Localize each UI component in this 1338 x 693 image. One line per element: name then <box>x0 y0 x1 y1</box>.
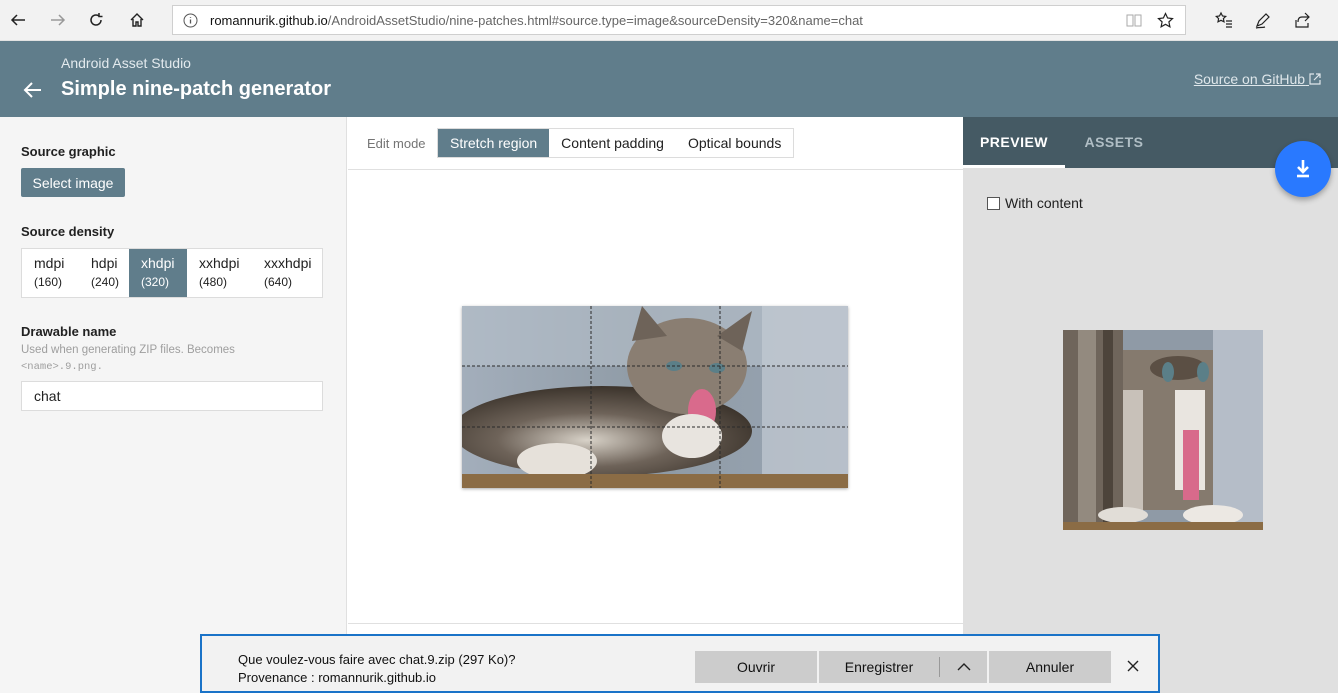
density-name: xxhdpi <box>199 255 240 271</box>
github-link[interactable]: Source on GitHub <box>1194 71 1321 87</box>
forward-icon[interactable] <box>46 8 70 32</box>
app-header: Android Asset Studio Simple nine-patch g… <box>0 41 1338 117</box>
download-source: Provenance : romannurik.github.io <box>238 670 437 685</box>
density-option-mdpi[interactable]: mdpi (160) <box>22 249 79 297</box>
open-button[interactable]: Ouvrir <box>695 651 817 683</box>
source-density-label: Source density <box>21 224 115 239</box>
share-icon[interactable] <box>1290 8 1314 32</box>
favorites-hub-icon[interactable] <box>1212 8 1236 32</box>
preview-panel: PREVIEW ASSETS With content <box>963 117 1338 693</box>
density-value: (480) <box>199 275 228 289</box>
density-selector: mdpi (160) hdpi (240) xhdpi (320) xxhdpi… <box>21 248 323 298</box>
density-value: (320) <box>141 275 170 289</box>
cancel-button[interactable]: Annuler <box>989 651 1111 683</box>
stretched-kitten-image <box>1063 330 1263 530</box>
info-icon[interactable] <box>183 13 198 28</box>
help-code: <name>.9.png. <box>21 361 103 373</box>
density-name: xxxhdpi <box>264 255 312 271</box>
source-graphic-label: Source graphic <box>21 144 116 159</box>
drawable-name-help: Used when generating ZIP files. Becomes … <box>21 342 261 375</box>
density-value: (240) <box>91 275 120 289</box>
density-name: hdpi <box>91 255 118 271</box>
url-text[interactable]: romannurik.github.io/AndroidAssetStudio/… <box>210 13 863 28</box>
help-text: Used when generating ZIP files. Becomes <box>21 344 235 356</box>
nine-patch-canvas[interactable] <box>462 306 848 488</box>
download-notification: Que voulez-vous faire avec chat.9.zip (2… <box>200 634 1160 693</box>
edit-mode-label: Edit mode <box>367 136 426 151</box>
with-content-toggle[interactable]: With content <box>987 195 1083 211</box>
pen-icon[interactable] <box>1251 8 1275 32</box>
address-bar[interactable]: romannurik.github.io/AndroidAssetStudio/… <box>172 5 1186 35</box>
density-value: (160) <box>34 275 63 289</box>
back-icon[interactable] <box>6 8 30 32</box>
app-subtitle: Android Asset Studio <box>61 55 191 71</box>
page-title: Simple nine-patch generator <box>61 78 332 100</box>
with-content-label: With content <box>1005 195 1083 211</box>
divider <box>348 623 963 624</box>
density-option-xxhdpi[interactable]: xxhdpi (480) <box>187 249 252 297</box>
browser-toolbar: romannurik.github.io/AndroidAssetStudio/… <box>0 0 1338 41</box>
mode-optical-bounds[interactable]: Optical bounds <box>676 129 793 157</box>
drawable-name-label: Drawable name <box>21 324 117 339</box>
download-button[interactable] <box>1275 141 1331 197</box>
select-image-button[interactable]: Select image <box>21 168 125 197</box>
preview-image <box>1063 330 1263 530</box>
mode-content-padding[interactable]: Content padding <box>549 129 676 157</box>
tab-assets[interactable]: ASSETS <box>1065 117 1163 168</box>
reading-view-icon[interactable] <box>1126 13 1142 28</box>
favorite-star-icon[interactable] <box>1157 12 1174 29</box>
edit-mode-selector: Stretch region Content padding Optical b… <box>437 128 795 158</box>
density-option-hdpi[interactable]: hdpi (240) <box>79 249 129 297</box>
density-name: mdpi <box>34 255 65 271</box>
density-option-xxxhdpi[interactable]: xxxhdpi (640) <box>252 249 322 297</box>
save-button[interactable]: Enregistrer <box>819 651 987 683</box>
tab-preview[interactable]: PREVIEW <box>963 117 1065 168</box>
mode-stretch-region[interactable]: Stretch region <box>438 129 550 157</box>
home-icon[interactable] <box>125 8 149 32</box>
back-arrow-icon[interactable] <box>22 79 44 101</box>
kitten-image <box>462 306 848 488</box>
with-content-checkbox[interactable] <box>987 196 1000 210</box>
density-option-xhdpi[interactable]: xhdpi (320) <box>129 249 187 297</box>
drawable-name-input[interactable] <box>21 381 323 411</box>
chevron-up-icon <box>957 663 970 671</box>
download-question: Que voulez-vous faire avec chat.9.zip (2… <box>238 652 516 667</box>
download-icon <box>1297 160 1309 178</box>
density-name: xhdpi <box>141 255 175 271</box>
editor-panel: Edit mode Stretch region Content padding… <box>348 117 963 693</box>
edit-toolbar: Edit mode Stretch region Content padding… <box>348 117 963 170</box>
save-options-button[interactable] <box>940 651 987 683</box>
save-label: Enregistrer <box>844 659 914 675</box>
refresh-icon[interactable] <box>84 8 108 32</box>
density-value: (640) <box>264 275 293 289</box>
external-link-icon <box>1309 73 1321 85</box>
close-icon[interactable] <box>1124 657 1142 675</box>
settings-panel: Source graphic Select image Source densi… <box>0 117 347 693</box>
